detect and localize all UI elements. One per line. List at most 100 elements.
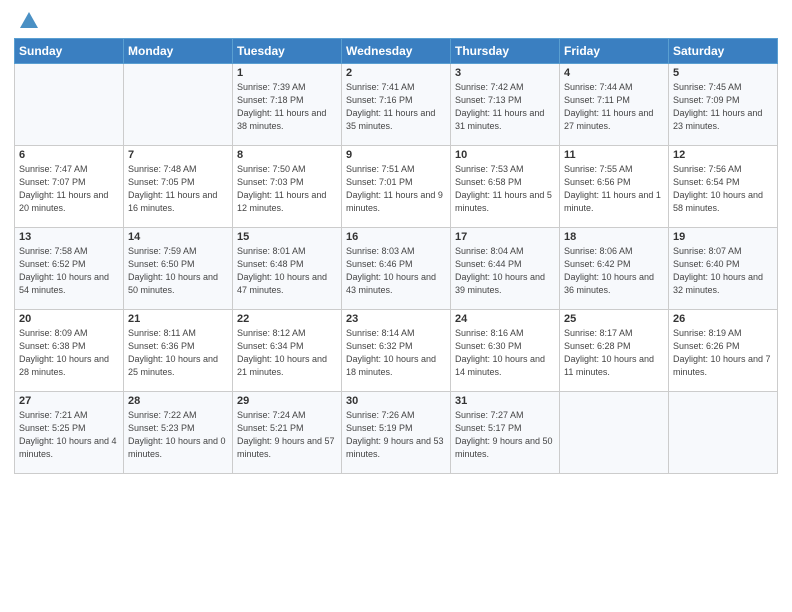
- day-info: Sunrise: 7:22 AM Sunset: 5:23 PM Dayligh…: [128, 410, 226, 459]
- calendar-cell: 26 Sunrise: 8:19 AM Sunset: 6:26 PM Dayli…: [669, 310, 778, 392]
- weekday-header-row: SundayMondayTuesdayWednesdayThursdayFrid…: [15, 39, 778, 64]
- day-number: 25: [564, 313, 664, 325]
- day-info: Sunrise: 7:47 AM Sunset: 7:07 PM Dayligh…: [19, 164, 108, 213]
- day-info: Sunrise: 7:24 AM Sunset: 5:21 PM Dayligh…: [237, 410, 335, 459]
- calendar-cell: 23 Sunrise: 8:14 AM Sunset: 6:32 PM Dayli…: [342, 310, 451, 392]
- day-info: Sunrise: 8:04 AM Sunset: 6:44 PM Dayligh…: [455, 246, 545, 295]
- calendar-cell: 30Sunrise: 7:26 AM Sunset: 5:19 PM Dayli…: [342, 392, 451, 474]
- day-info: Sunrise: 8:12 AM Sunset: 6:34 PM Dayligh…: [237, 328, 327, 377]
- calendar-cell: 12 Sunrise: 7:56 AM Sunset: 6:54 PM Dayli…: [669, 146, 778, 228]
- calendar-cell: [560, 392, 669, 474]
- day-number: 18: [564, 231, 664, 243]
- calendar-cell: 28 Sunrise: 7:22 AM Sunset: 5:23 PM Dayli…: [124, 392, 233, 474]
- calendar-cell: 22Sunrise: 8:12 AM Sunset: 6:34 PM Dayli…: [233, 310, 342, 392]
- day-number: 3: [455, 67, 555, 79]
- day-number: 12: [673, 149, 773, 161]
- calendar-cell: 31Sunrise: 7:27 AM Sunset: 5:17 PM Dayli…: [451, 392, 560, 474]
- day-info: Sunrise: 8:16 AM Sunset: 6:30 PM Dayligh…: [455, 328, 545, 377]
- day-info: Sunrise: 7:44 AM Sunset: 7:11 PM Dayligh…: [564, 82, 653, 131]
- day-info: Sunrise: 8:07 AM Sunset: 6:40 PM Dayligh…: [673, 246, 763, 295]
- day-number: 6: [19, 149, 119, 161]
- day-number: 24: [455, 313, 555, 325]
- day-number: 10: [455, 149, 555, 161]
- calendar-cell: 9Sunrise: 7:51 AM Sunset: 7:01 PM Daylig…: [342, 146, 451, 228]
- calendar-cell: 11Sunrise: 7:55 AM Sunset: 6:56 PM Dayli…: [560, 146, 669, 228]
- day-number: 21: [128, 313, 228, 325]
- day-info: Sunrise: 8:06 AM Sunset: 6:42 PM Dayligh…: [564, 246, 654, 295]
- day-number: 15: [237, 231, 337, 243]
- day-info: Sunrise: 7:27 AM Sunset: 5:17 PM Dayligh…: [455, 410, 553, 459]
- week-row-3: 13Sunrise: 7:58 AM Sunset: 6:52 PM Dayli…: [15, 228, 778, 310]
- day-info: Sunrise: 7:55 AM Sunset: 6:56 PM Dayligh…: [564, 164, 661, 213]
- calendar-cell: 10Sunrise: 7:53 AM Sunset: 6:58 PM Dayli…: [451, 146, 560, 228]
- calendar-cell: 1Sunrise: 7:39 AM Sunset: 7:18 PM Daylig…: [233, 64, 342, 146]
- calendar-cell: 19Sunrise: 8:07 AM Sunset: 6:40 PM Dayli…: [669, 228, 778, 310]
- day-number: 1: [237, 67, 337, 79]
- day-info: Sunrise: 7:41 AM Sunset: 7:16 PM Dayligh…: [346, 82, 435, 131]
- calendar-cell: 21 Sunrise: 8:11 AM Sunset: 6:36 PM Dayli…: [124, 310, 233, 392]
- day-number: 20: [19, 313, 119, 325]
- day-number: 29: [237, 395, 337, 407]
- day-number: 17: [455, 231, 555, 243]
- calendar-cell: 15 Sunrise: 8:01 AM Sunset: 6:48 PM Dayli…: [233, 228, 342, 310]
- day-info: Sunrise: 8:03 AM Sunset: 6:46 PM Dayligh…: [346, 246, 436, 295]
- calendar-cell: 29 Sunrise: 7:24 AM Sunset: 5:21 PM Dayli…: [233, 392, 342, 474]
- calendar-cell: 17 Sunrise: 8:04 AM Sunset: 6:44 PM Dayli…: [451, 228, 560, 310]
- logo: [14, 10, 42, 32]
- calendar-cell: 18 Sunrise: 8:06 AM Sunset: 6:42 PM Dayli…: [560, 228, 669, 310]
- day-number: 4: [564, 67, 664, 79]
- calendar-cell: 27 Sunrise: 7:21 AM Sunset: 5:25 PM Dayli…: [15, 392, 124, 474]
- weekday-header-saturday: Saturday: [669, 39, 778, 64]
- day-info: Sunrise: 8:19 AM Sunset: 6:26 PM Dayligh…: [673, 328, 771, 377]
- day-info: Sunrise: 8:17 AM Sunset: 6:28 PM Dayligh…: [564, 328, 654, 377]
- weekday-header-thursday: Thursday: [451, 39, 560, 64]
- day-info: Sunrise: 7:26 AM Sunset: 5:19 PM Dayligh…: [346, 410, 444, 459]
- calendar-cell: 8 Sunrise: 7:50 AM Sunset: 7:03 PM Daylig…: [233, 146, 342, 228]
- day-info: Sunrise: 7:56 AM Sunset: 6:54 PM Dayligh…: [673, 164, 763, 213]
- weekday-header-wednesday: Wednesday: [342, 39, 451, 64]
- calendar-cell: 6 Sunrise: 7:47 AM Sunset: 7:07 PM Daylig…: [15, 146, 124, 228]
- calendar-cell: [124, 64, 233, 146]
- calendar-cell: 16 Sunrise: 8:03 AM Sunset: 6:46 PM Dayli…: [342, 228, 451, 310]
- weekday-header-tuesday: Tuesday: [233, 39, 342, 64]
- day-number: 13: [19, 231, 119, 243]
- calendar-cell: 5Sunrise: 7:45 AM Sunset: 7:09 PM Daylig…: [669, 64, 778, 146]
- weekday-header-friday: Friday: [560, 39, 669, 64]
- calendar-cell: 13Sunrise: 7:58 AM Sunset: 6:52 PM Dayli…: [15, 228, 124, 310]
- calendar-cell: 20 Sunrise: 8:09 AM Sunset: 6:38 PM Dayli…: [15, 310, 124, 392]
- day-info: Sunrise: 7:48 AM Sunset: 7:05 PM Dayligh…: [128, 164, 217, 213]
- day-number: 2: [346, 67, 446, 79]
- day-number: 23: [346, 313, 446, 325]
- week-row-4: 20 Sunrise: 8:09 AM Sunset: 6:38 PM Dayli…: [15, 310, 778, 392]
- day-number: 26: [673, 313, 773, 325]
- day-info: Sunrise: 8:11 AM Sunset: 6:36 PM Dayligh…: [128, 328, 218, 377]
- day-info: Sunrise: 7:50 AM Sunset: 7:03 PM Dayligh…: [237, 164, 326, 213]
- weekday-header-monday: Monday: [124, 39, 233, 64]
- day-info: Sunrise: 7:42 AM Sunset: 7:13 PM Dayligh…: [455, 82, 544, 131]
- calendar-cell: 14 Sunrise: 7:59 AM Sunset: 6:50 PM Dayli…: [124, 228, 233, 310]
- day-number: 16: [346, 231, 446, 243]
- page: SundayMondayTuesdayWednesdayThursdayFrid…: [0, 0, 792, 612]
- day-info: Sunrise: 8:01 AM Sunset: 6:48 PM Dayligh…: [237, 246, 327, 295]
- day-info: Sunrise: 7:21 AM Sunset: 5:25 PM Dayligh…: [19, 410, 117, 459]
- day-number: 5: [673, 67, 773, 79]
- day-info: Sunrise: 7:59 AM Sunset: 6:50 PM Dayligh…: [128, 246, 218, 295]
- calendar-cell: [15, 64, 124, 146]
- calendar-cell: 25 Sunrise: 8:17 AM Sunset: 6:28 PM Dayli…: [560, 310, 669, 392]
- calendar-cell: 7Sunrise: 7:48 AM Sunset: 7:05 PM Daylig…: [124, 146, 233, 228]
- week-row-2: 6 Sunrise: 7:47 AM Sunset: 7:07 PM Daylig…: [15, 146, 778, 228]
- header: [14, 10, 778, 32]
- calendar-cell: 2 Sunrise: 7:41 AM Sunset: 7:16 PM Daylig…: [342, 64, 451, 146]
- day-info: Sunrise: 8:14 AM Sunset: 6:32 PM Dayligh…: [346, 328, 436, 377]
- day-number: 28: [128, 395, 228, 407]
- day-info: Sunrise: 8:09 AM Sunset: 6:38 PM Dayligh…: [19, 328, 109, 377]
- weekday-header-sunday: Sunday: [15, 39, 124, 64]
- calendar-cell: 24 Sunrise: 8:16 AM Sunset: 6:30 PM Dayli…: [451, 310, 560, 392]
- day-number: 14: [128, 231, 228, 243]
- logo-icon: [18, 10, 40, 32]
- day-number: 8: [237, 149, 337, 161]
- day-number: 9: [346, 149, 446, 161]
- week-row-1: 1Sunrise: 7:39 AM Sunset: 7:18 PM Daylig…: [15, 64, 778, 146]
- calendar-cell: 3 Sunrise: 7:42 AM Sunset: 7:13 PM Daylig…: [451, 64, 560, 146]
- day-number: 27: [19, 395, 119, 407]
